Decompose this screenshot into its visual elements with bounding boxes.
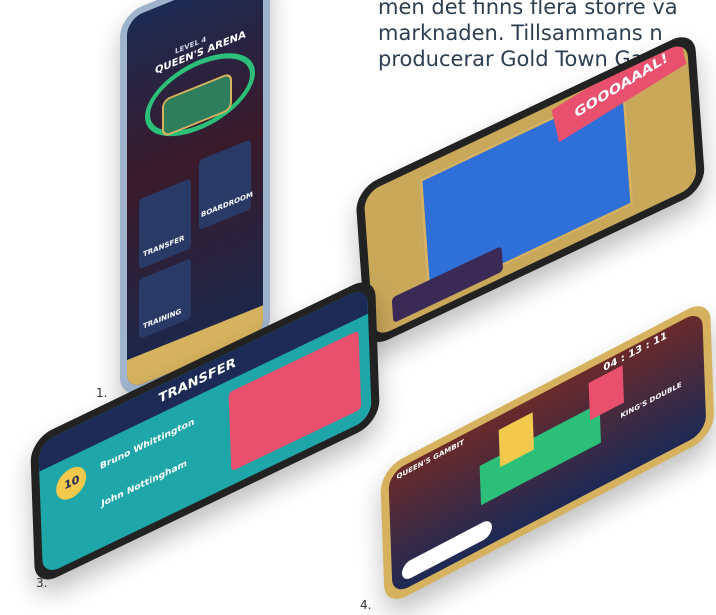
action-button[interactable] [401,517,493,583]
team-b-shield [588,365,624,421]
team-b-name: KING'S DOUBLE [620,380,682,421]
phone-2: GOOOAAAL! [355,29,706,350]
phone-4: 04 : 13 : 11 QUEEN'S GAMBIT KING'S DOUBL… [380,297,715,608]
team-a-name: QUEEN'S GAMBIT [396,438,465,482]
phone-4-screen: 04 : 13 : 11 QUEEN'S GAMBIT KING'S DOUBL… [388,309,707,596]
phone-2-screen: GOOOAAAL! [363,40,698,339]
center-field [479,403,601,506]
match-timer: 04 : 13 : 11 [603,330,668,375]
label-3: 3. [36,576,48,590]
intro-line: men det finns flera större va [378,0,678,19]
label-1: 1. [96,386,108,400]
label-4: 4. [360,598,372,612]
phone-1-screen: LEVEL 4 QUEEN'S ARENA TRANSFER BOARDROOM… [127,0,263,391]
player-name: John Nottingham [101,458,188,510]
